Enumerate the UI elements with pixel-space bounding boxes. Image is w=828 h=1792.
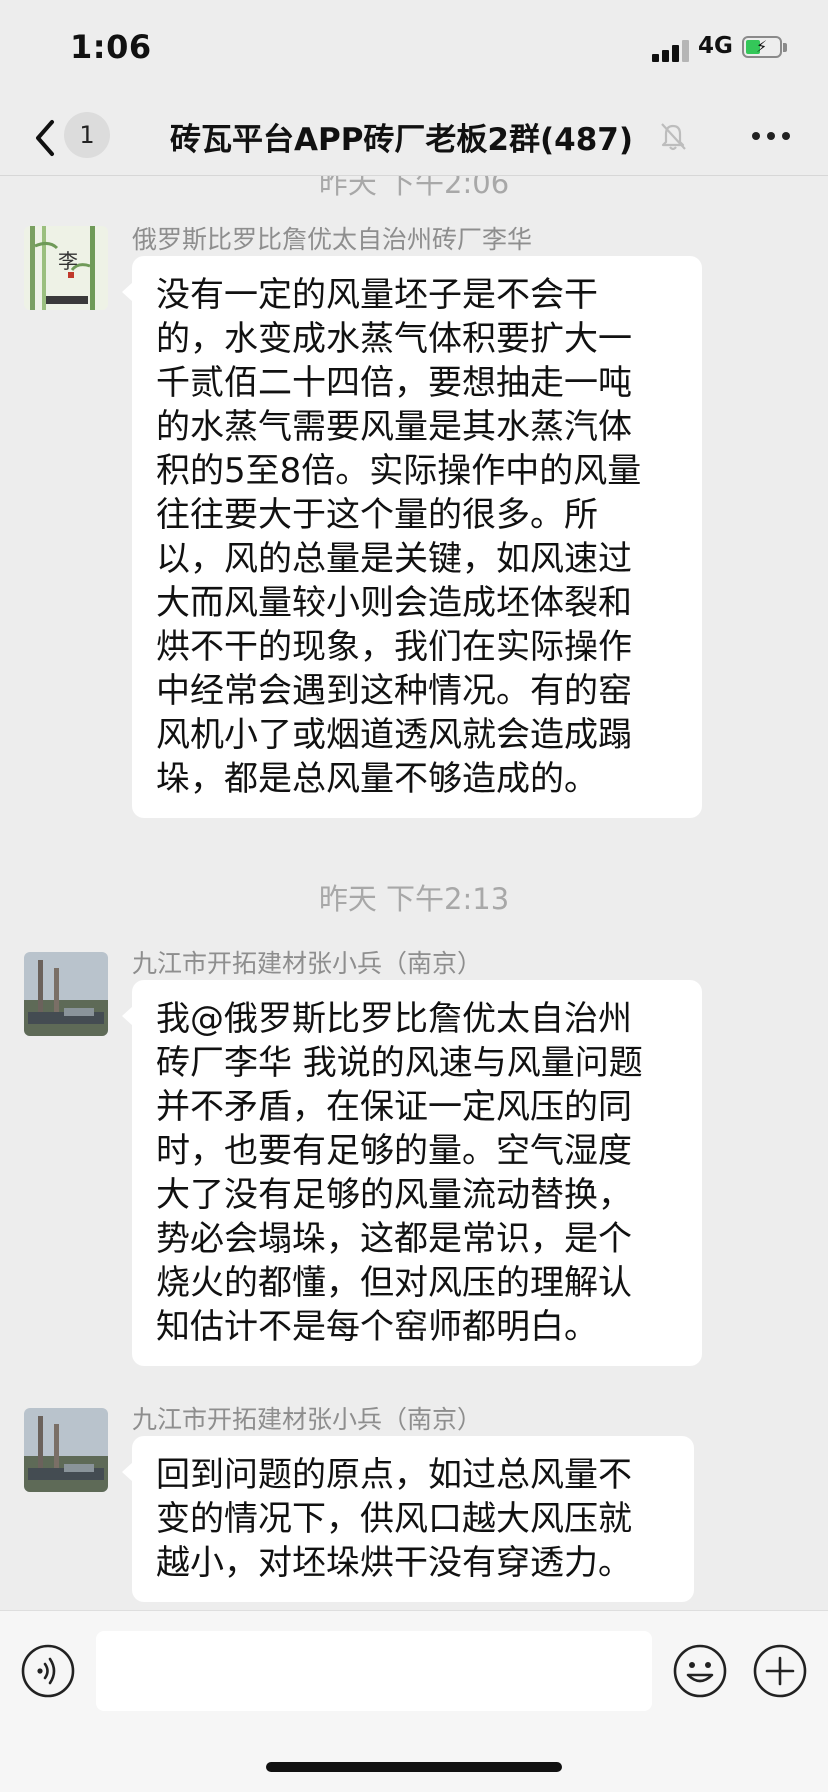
- message-line: 千贰佰二十四倍，要想抽走一吨: [156, 363, 632, 403]
- voice-icon[interactable]: [20, 1643, 76, 1699]
- status-time: 1:06: [70, 28, 152, 66]
- svg-text:李: 李: [58, 249, 78, 273]
- message-line: 烘不干的现象，我们在实际操作: [156, 627, 632, 667]
- avatar[interactable]: 李: [24, 226, 108, 310]
- avatar[interactable]: [24, 1408, 108, 1492]
- message-line: 回到问题的原点，如过总风量不: [156, 1455, 632, 1495]
- network-type: 4G: [698, 33, 733, 59]
- message-line: 变的情况下，供风口越大风压就: [156, 1499, 632, 1539]
- signal-strength-icon: [652, 38, 696, 62]
- battery-icon: ⚡: [742, 36, 788, 60]
- bell-off-icon: [661, 123, 686, 151]
- avatar[interactable]: [24, 952, 108, 1036]
- sender-name: 九江市开拓建材张小兵（南京）: [132, 1405, 483, 1434]
- status-bar: 1:06 4G ⚡: [0, 0, 828, 100]
- message-line: 势必会塌垛，这都是常识，是个: [156, 1219, 632, 1259]
- message-bubble[interactable]: 我@俄罗斯比罗比詹优太自治州 砖厂李华 我说的风速与风量问题 并不矛盾，在保证一…: [122, 980, 702, 1366]
- message-line: 大而风量较小则会造成坯体裂和: [156, 583, 632, 623]
- message-line: 知估计不是每个窑师都明白。: [156, 1307, 598, 1347]
- sender-name: 九江市开拓建材张小兵（南京）: [132, 949, 483, 978]
- message-line: 时，也要有足够的量。空气湿度: [156, 1131, 632, 1171]
- nav-bar: 1 砖瓦平台APP砖厂老板2群(487): [0, 100, 828, 176]
- factory-chimney-avatar: [24, 952, 108, 1036]
- unread-badge[interactable]: 1: [64, 112, 110, 158]
- message-line: 越小，对坯垛烘干没有穿透力。: [156, 1543, 632, 1583]
- message-line: 积的5至8倍。实际操作中的风量: [156, 451, 642, 491]
- message-line: 大了没有足够的风量流动替换，: [156, 1175, 632, 1215]
- chevron-left-icon[interactable]: [30, 116, 60, 160]
- message-line: 垛，都是总风量不够造成的。: [156, 759, 598, 799]
- timestamp: 昨天 下午2:06: [318, 176, 510, 200]
- sender-name: 俄罗斯比罗比詹优太自治州砖厂李华: [132, 225, 533, 254]
- message-line: 没有一定的风量坯子是不会干: [156, 275, 598, 315]
- timestamp: 昨天 下午2:13: [318, 882, 510, 916]
- ellipsis-icon[interactable]: [752, 130, 792, 142]
- message-line: 的，水变成水蒸气体积要扩大一: [156, 319, 632, 359]
- message-line: 以，风的总量是关键，如风速过: [156, 539, 632, 579]
- chat-title: 砖瓦平台APP砖厂老板2群(487): [170, 122, 634, 158]
- message-line: 砖厂李华 我说的风速与风量问题: [156, 1043, 643, 1083]
- message-line: 的水蒸气需要风量是其水蒸汽体: [156, 407, 632, 447]
- message-line: 烧火的都懂，但对风压的理解认: [156, 1263, 632, 1303]
- home-indicator[interactable]: [266, 1762, 562, 1772]
- plus-icon[interactable]: [752, 1643, 808, 1699]
- message-input[interactable]: [96, 1631, 652, 1711]
- factory-chimney-avatar: [24, 1408, 108, 1492]
- message-bubble[interactable]: 没有一定的风量坯子是不会干 的，水变成水蒸气体积要扩大一 千贰佰二十四倍，要想抽…: [122, 256, 702, 818]
- message-bubble[interactable]: 回到问题的原点，如过总风量不 变的情况下，供风口越大风压就 越小，对坯垛烘干没有…: [122, 1436, 694, 1602]
- message-line: 我@俄罗斯比罗比詹优太自治州: [156, 999, 632, 1039]
- message-line: 并不矛盾，在保证一定风压的同: [156, 1087, 632, 1127]
- message-line: 中经常会遇到这种情况。有的窑: [156, 671, 632, 711]
- message-line: 往往要大于这个量的很多。所: [156, 495, 598, 535]
- chat-area[interactable]: 昨天 下午2:06 李 俄罗斯比罗比詹优太自治州砖厂李华 没有一定的风量坯子是不…: [0, 176, 828, 1610]
- message-line: 风机小了或烟道透风就会造成蹋: [156, 715, 632, 755]
- emoji-icon[interactable]: [672, 1643, 728, 1699]
- bamboo-painting-avatar: 李: [24, 226, 108, 310]
